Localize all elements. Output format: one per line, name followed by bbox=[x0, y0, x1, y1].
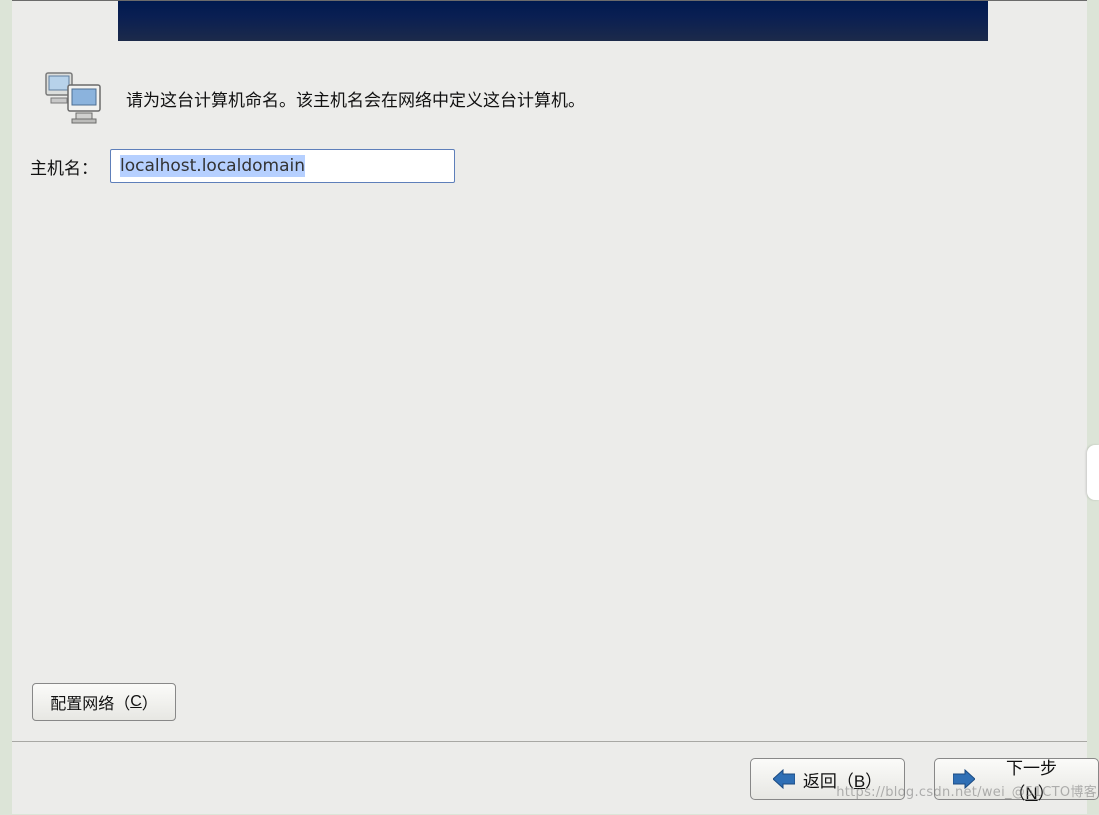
bottom-bar: 返回（B） 下一步（N） bbox=[12, 741, 1087, 815]
hostname-description: 请为这台计算机命名。该主机名会在网络中定义这台计算机。 bbox=[126, 86, 585, 111]
next-shortcut-key: N bbox=[1025, 784, 1037, 803]
installer-window: 请为这台计算机命名。该主机名会在网络中定义这台计算机。 主机名： localho… bbox=[12, 0, 1087, 814]
configure-network-shortcut-key: C bbox=[130, 693, 142, 711]
next-label-suffix: ） bbox=[1038, 784, 1055, 803]
arrow-right-icon bbox=[953, 769, 975, 789]
back-shortcut-key: B bbox=[854, 772, 865, 791]
hostname-input[interactable]: localhost.localdomain bbox=[110, 149, 455, 183]
hostname-value: localhost.localdomain bbox=[120, 155, 305, 177]
back-label-prefix: 返回（ bbox=[803, 772, 854, 791]
configure-network-label-suffix: ） bbox=[142, 690, 158, 714]
back-button[interactable]: 返回（B） bbox=[750, 758, 905, 800]
next-button[interactable]: 下一步（N） bbox=[934, 758, 1099, 800]
configure-network-button[interactable]: 配置网络（C） bbox=[32, 683, 176, 721]
computer-network-icon bbox=[44, 71, 108, 126]
configure-network-label-prefix: 配置网络（ bbox=[50, 690, 130, 714]
hostname-form-row: 主机名： localhost.localdomain bbox=[30, 149, 455, 183]
side-handle[interactable] bbox=[1087, 445, 1099, 500]
back-label-suffix: ） bbox=[865, 772, 882, 791]
arrow-left-icon bbox=[773, 769, 795, 789]
hostname-label: 主机名： bbox=[30, 154, 98, 179]
header-row: 请为这台计算机命名。该主机名会在网络中定义这台计算机。 bbox=[44, 71, 585, 126]
header-banner bbox=[118, 1, 988, 41]
